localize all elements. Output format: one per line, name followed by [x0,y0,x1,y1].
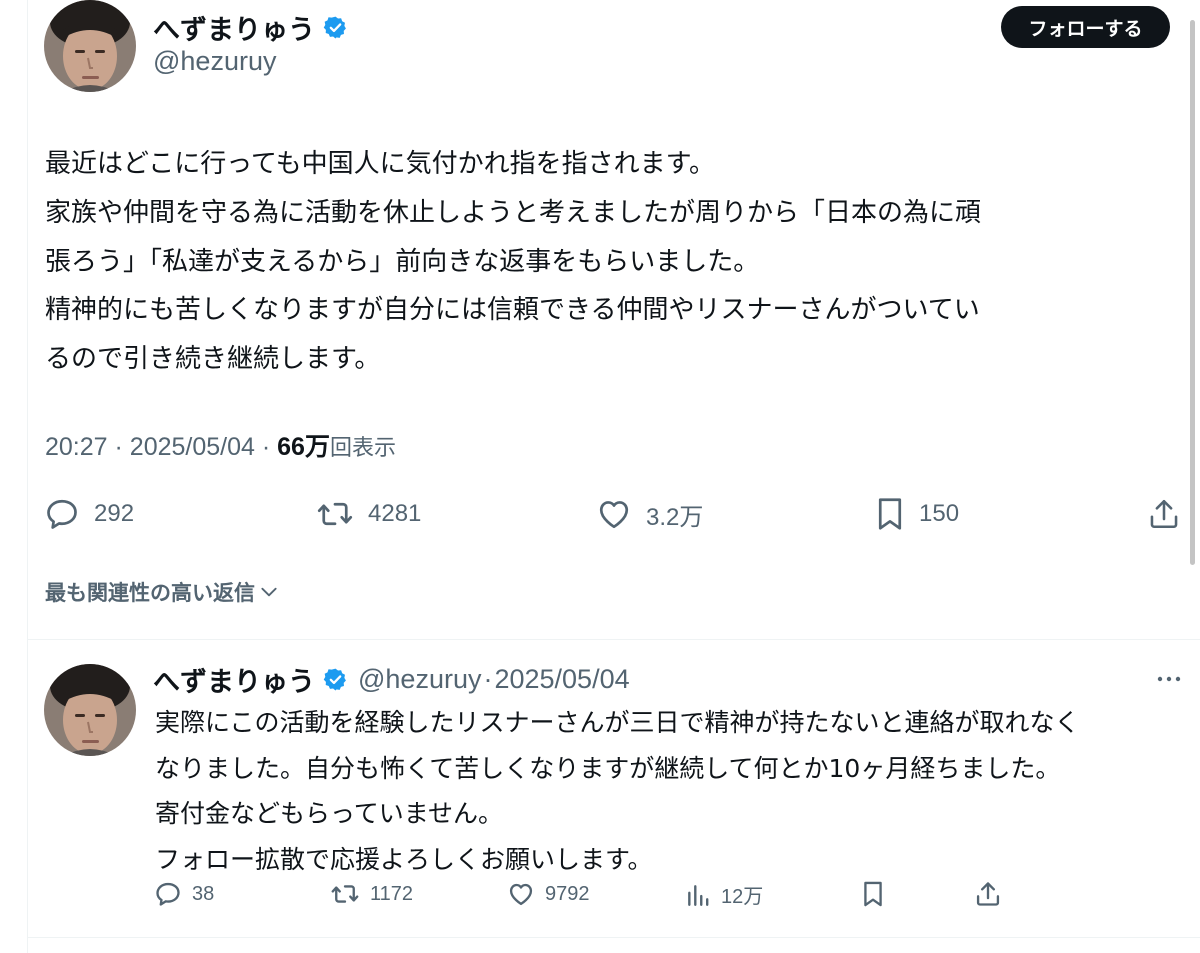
reply-button[interactable]: 292 [44,496,134,532]
reply-handle[interactable]: @hezuruy [358,664,481,695]
reply-bookmark-button[interactable] [860,880,886,908]
reply-text: 実際にこの活動を経験したリスナーさんが三日で精神が持たないと連絡が取れなく なり… [155,700,1175,882]
bookmark-count: 150 [919,500,960,527]
reply-reply-count: 38 [192,882,215,905]
repost-icon [317,502,353,526]
tweet-text-line: 張ろう」「私達が支えるから」前向きな返事をもらいました。 [45,246,760,277]
tweet-text-line: 家族や仲間を守る為に活動を休止しようと考えましたが周りから「日本の為に頑 [45,197,982,228]
scrollbar[interactable] [1190,20,1195,565]
reply-icon [156,882,180,906]
share-icon [1150,499,1178,529]
like-count: 3.2万 [646,503,704,531]
reply-sort-label: 最も関連性の高い返信 [45,581,255,605]
reply-text-line: 実際にこの活動を経験したリスナーさんが三日で精神が持たないと連絡が取れなく [155,708,1080,737]
reply-text-line: 寄付金などもらっていません。 [155,799,504,828]
like-icon [599,501,629,529]
tweet-time[interactable]: 20:27 [45,433,108,461]
views-icon [688,884,709,906]
reply-views-count: 12万 [721,886,764,908]
reply-repost-count: 1172 [370,882,414,905]
reply-text-line: フォロー拡散で応援よろしくお願いします。 [155,844,653,874]
bookmark-button[interactable]: 150 [875,496,959,532]
reply-separator: · [483,664,493,694]
reply-avatar[interactable] [44,664,136,756]
reply-sort-dropdown[interactable]: 最も関連性の高い返信 [45,577,279,607]
bookmark-icon [864,881,882,907]
like-icon [509,883,533,906]
tweet-text-line: 最近はどこに行っても中国人に気付かれ指を指されます。 [45,149,716,179]
reply-date[interactable]: 2025/05/04 [494,664,629,695]
reply-header: へずまりゅう @hezuruy · 2025/05/04 [153,660,630,699]
views-count: 66万 [277,433,330,461]
left-border [27,0,28,953]
meta-separator: · [114,433,123,461]
more-icon[interactable] [1155,671,1183,687]
chevron-down-icon [261,587,277,597]
repost-count: 4281 [368,500,422,527]
reply-text-line: なりました。自分も怖くて苦しくなりますが継続して何とか10ヶ月経ちました。 [155,753,1061,783]
tweet-text-line: るので引き続き継続します。 [45,344,381,375]
share-icon [976,882,1000,906]
reply-icon [47,499,77,529]
verified-badge-icon [323,668,346,691]
reply-reply-button[interactable]: 38 [154,880,214,908]
repost-icon [331,885,359,903]
reply-display-name[interactable]: へずまりゅう [153,660,315,699]
tweet-text-line: 精神的にも苦しくなりますが自分には信頼できる仲間やリスナーさんがついてい [45,295,980,326]
tweet-page: へずまりゅう @hezuruy フォローする 最近はどこに行っても中国人に気付か… [0,0,1200,953]
verified-badge-icon [323,16,346,39]
reply-views-button[interactable]: 12万 [685,880,763,909]
follow-button[interactable]: フォローする [1001,6,1170,48]
divider [28,639,1200,640]
tweet-text: 最近はどこに行っても中国人に気付かれ指を指されます。 家族や仲間を守る為に活動を… [45,140,1175,384]
display-name-text[interactable]: へずまりゅう [153,8,315,47]
handle[interactable]: @hezuruy [153,46,276,77]
repost-button[interactable]: 4281 [316,496,421,532]
display-name[interactable]: へずまりゅう [153,8,348,47]
tweet-date[interactable]: 2025/05/04 [130,433,255,461]
reply-like-count: 9792 [545,882,590,905]
share-button[interactable] [1147,496,1181,532]
reply-like-button[interactable]: 9792 [507,880,590,908]
divider [28,937,1200,938]
reply-share-button[interactable] [974,880,1002,908]
reply-count: 292 [94,500,135,527]
like-button[interactable]: 3.2万 [596,496,703,532]
reply-repost-button[interactable]: 1172 [330,880,413,908]
avatar[interactable] [44,0,136,92]
meta-separator: · [261,433,271,461]
tweet-meta: 20:27 · 2025/05/04 · 66万回表示 [45,427,396,463]
bookmark-icon [878,498,902,530]
views-label: 回表示 [329,436,396,461]
